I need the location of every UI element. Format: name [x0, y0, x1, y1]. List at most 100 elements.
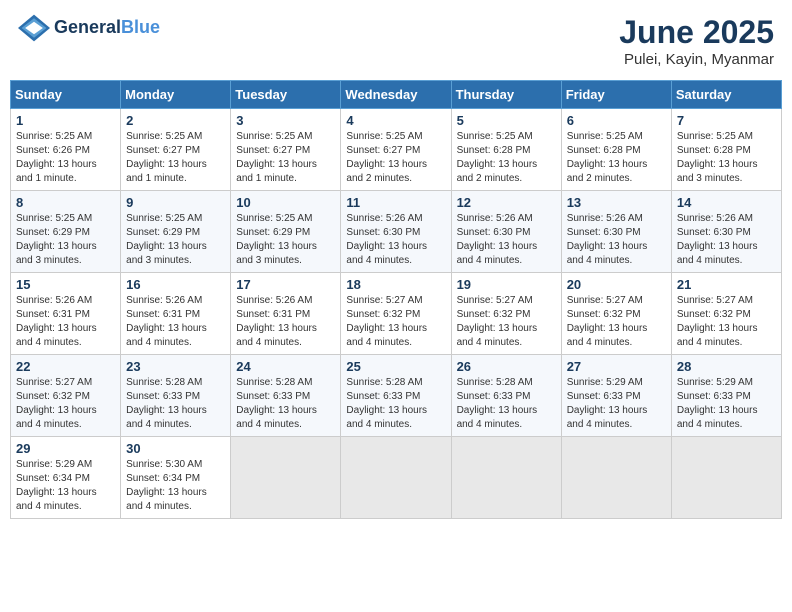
day-number: 5 [457, 113, 556, 128]
day-info: Sunrise: 5:25 AMSunset: 6:27 PMDaylight:… [346, 130, 445, 186]
table-row: 6Sunrise: 5:25 AMSunset: 6:28 PMDaylight… [561, 109, 671, 191]
table-row: 22 Sunrise: 5:27 AMSunset: 6:32 PMDayligh… [11, 355, 121, 437]
day-number: 19 [457, 277, 556, 292]
calendar-row: 1 Sunrise: 5:25 AMSunset: 6:26 PMDaylight… [11, 109, 782, 191]
day-info: Sunrise: 5:26 AMSunset: 6:30 PMDaylight:… [677, 212, 776, 268]
day-number: 17 [236, 277, 335, 292]
day-info: Sunrise: 5:25 AMSunset: 6:29 PMDaylight:… [126, 212, 225, 268]
day-number: 11 [346, 195, 445, 210]
day-number: 23 [126, 359, 225, 374]
col-saturday: Saturday [671, 81, 781, 109]
day-info: Sunrise: 5:25 AMSunset: 6:29 PMDaylight:… [236, 212, 335, 268]
table-row: 24 Sunrise: 5:28 AMSunset: 6:33 PMDayligh… [231, 355, 341, 437]
day-info: Sunrise: 5:28 AMSunset: 6:33 PMDaylight:… [457, 376, 556, 432]
table-row: 4Sunrise: 5:25 AMSunset: 6:27 PMDaylight… [341, 109, 451, 191]
table-row: 20 Sunrise: 5:27 AMSunset: 6:32 PMDayligh… [561, 273, 671, 355]
col-tuesday: Tuesday [231, 81, 341, 109]
day-number: 8 [16, 195, 115, 210]
table-row: 21Sunrise: 5:27 AMSunset: 6:32 PMDayligh… [671, 273, 781, 355]
day-number: 21 [677, 277, 776, 292]
table-row [341, 437, 451, 519]
table-row [451, 437, 561, 519]
table-row: 10 Sunrise: 5:25 AMSunset: 6:29 PMDayligh… [231, 191, 341, 273]
day-info: Sunrise: 5:25 AMSunset: 6:28 PMDaylight:… [567, 130, 666, 186]
table-row [671, 437, 781, 519]
day-number: 22 [16, 359, 115, 374]
day-number: 20 [567, 277, 666, 292]
table-row: 2Sunrise: 5:25 AMSunset: 6:27 PMDaylight… [121, 109, 231, 191]
day-number: 9 [126, 195, 225, 210]
day-info: Sunrise: 5:28 AMSunset: 6:33 PMDaylight:… [346, 376, 445, 432]
day-info: Sunrise: 5:27 AMSunset: 6:32 PMDaylight:… [346, 294, 445, 350]
day-number: 14 [677, 195, 776, 210]
day-info: Sunrise: 5:26 AMSunset: 6:30 PMDaylight:… [346, 212, 445, 268]
day-number: 1 [16, 113, 115, 128]
day-info: Sunrise: 5:26 AMSunset: 6:31 PMDaylight:… [126, 294, 225, 350]
day-info: Sunrise: 5:25 AMSunset: 6:28 PMDaylight:… [457, 130, 556, 186]
table-row: 19 Sunrise: 5:27 AMSunset: 6:32 PMDayligh… [451, 273, 561, 355]
day-number: 7 [677, 113, 776, 128]
col-monday: Monday [121, 81, 231, 109]
header-row: Sunday Monday Tuesday Wednesday Thursday… [11, 81, 782, 109]
table-row: 27 Sunrise: 5:29 AMSunset: 6:33 PMDayligh… [561, 355, 671, 437]
day-info: Sunrise: 5:26 AMSunset: 6:31 PMDaylight:… [16, 294, 115, 350]
day-info: Sunrise: 5:27 AMSunset: 6:32 PMDaylight:… [16, 376, 115, 432]
table-row: 14 Sunrise: 5:26 AMSunset: 6:30 PMDayligh… [671, 191, 781, 273]
table-row [231, 437, 341, 519]
day-info: Sunrise: 5:27 AMSunset: 6:32 PMDaylight:… [457, 294, 556, 350]
calendar-row: 15Sunrise: 5:26 AMSunset: 6:31 PMDayligh… [11, 273, 782, 355]
day-number: 24 [236, 359, 335, 374]
day-number: 12 [457, 195, 556, 210]
table-row: 29Sunrise: 5:29 AMSunset: 6:34 PMDayligh… [11, 437, 121, 519]
day-number: 18 [346, 277, 445, 292]
table-row: 9 Sunrise: 5:25 AMSunset: 6:29 PMDaylight… [121, 191, 231, 273]
table-row: 13 Sunrise: 5:26 AMSunset: 6:30 PMDayligh… [561, 191, 671, 273]
table-row: 15Sunrise: 5:26 AMSunset: 6:31 PMDayligh… [11, 273, 121, 355]
table-row: 28Sunrise: 5:29 AMSunset: 6:33 PMDayligh… [671, 355, 781, 437]
table-row: 8 Sunrise: 5:25 AMSunset: 6:29 PMDaylight… [11, 191, 121, 273]
table-row: 16 Sunrise: 5:26 AMSunset: 6:31 PMDayligh… [121, 273, 231, 355]
day-number: 28 [677, 359, 776, 374]
day-info: Sunrise: 5:27 AMSunset: 6:32 PMDaylight:… [567, 294, 666, 350]
table-row: 26 Sunrise: 5:28 AMSunset: 6:33 PMDayligh… [451, 355, 561, 437]
day-number: 26 [457, 359, 556, 374]
day-info: Sunrise: 5:29 AMSunset: 6:33 PMDaylight:… [567, 376, 666, 432]
day-info: Sunrise: 5:25 AMSunset: 6:28 PMDaylight:… [677, 130, 776, 186]
page-header: GeneralBlue June 2025 Pulei, Kayin, Myan… [10, 10, 782, 72]
location: Pulei, Kayin, Myanmar [619, 51, 774, 68]
col-wednesday: Wednesday [341, 81, 451, 109]
table-row: 7 Sunrise: 5:25 AMSunset: 6:28 PMDaylight… [671, 109, 781, 191]
day-number: 30 [126, 441, 225, 456]
col-friday: Friday [561, 81, 671, 109]
calendar-header: Sunday Monday Tuesday Wednesday Thursday… [11, 81, 782, 109]
calendar-row: 8 Sunrise: 5:25 AMSunset: 6:29 PMDaylight… [11, 191, 782, 273]
day-info: Sunrise: 5:28 AMSunset: 6:33 PMDaylight:… [126, 376, 225, 432]
logo-text: GeneralBlue [54, 18, 160, 38]
table-row: 12 Sunrise: 5:26 AMSunset: 6:30 PMDayligh… [451, 191, 561, 273]
table-row: 1 Sunrise: 5:25 AMSunset: 6:26 PMDaylight… [11, 109, 121, 191]
day-info: Sunrise: 5:26 AMSunset: 6:30 PMDaylight:… [567, 212, 666, 268]
table-row: 11 Sunrise: 5:26 AMSunset: 6:30 PMDayligh… [341, 191, 451, 273]
day-number: 2 [126, 113, 225, 128]
day-info: Sunrise: 5:25 AMSunset: 6:26 PMDaylight:… [16, 130, 115, 186]
day-number: 16 [126, 277, 225, 292]
col-sunday: Sunday [11, 81, 121, 109]
table-row: 17Sunrise: 5:26 AMSunset: 6:31 PMDayligh… [231, 273, 341, 355]
calendar-table: Sunday Monday Tuesday Wednesday Thursday… [10, 80, 782, 519]
day-info: Sunrise: 5:30 AMSunset: 6:34 PMDaylight:… [126, 458, 225, 514]
day-info: Sunrise: 5:26 AMSunset: 6:30 PMDaylight:… [457, 212, 556, 268]
day-number: 27 [567, 359, 666, 374]
calendar-row: 22 Sunrise: 5:27 AMSunset: 6:32 PMDayligh… [11, 355, 782, 437]
day-info: Sunrise: 5:25 AMSunset: 6:29 PMDaylight:… [16, 212, 115, 268]
day-number: 13 [567, 195, 666, 210]
day-number: 3 [236, 113, 335, 128]
day-info: Sunrise: 5:28 AMSunset: 6:33 PMDaylight:… [236, 376, 335, 432]
title-block: June 2025 Pulei, Kayin, Myanmar [619, 14, 774, 68]
table-row [561, 437, 671, 519]
day-number: 29 [16, 441, 115, 456]
month-title: June 2025 [619, 14, 774, 51]
day-number: 10 [236, 195, 335, 210]
calendar-body: 1 Sunrise: 5:25 AMSunset: 6:26 PMDaylight… [11, 109, 782, 519]
table-row: 23 Sunrise: 5:28 AMSunset: 6:33 PMDayligh… [121, 355, 231, 437]
table-row: 25Sunrise: 5:28 AMSunset: 6:33 PMDayligh… [341, 355, 451, 437]
